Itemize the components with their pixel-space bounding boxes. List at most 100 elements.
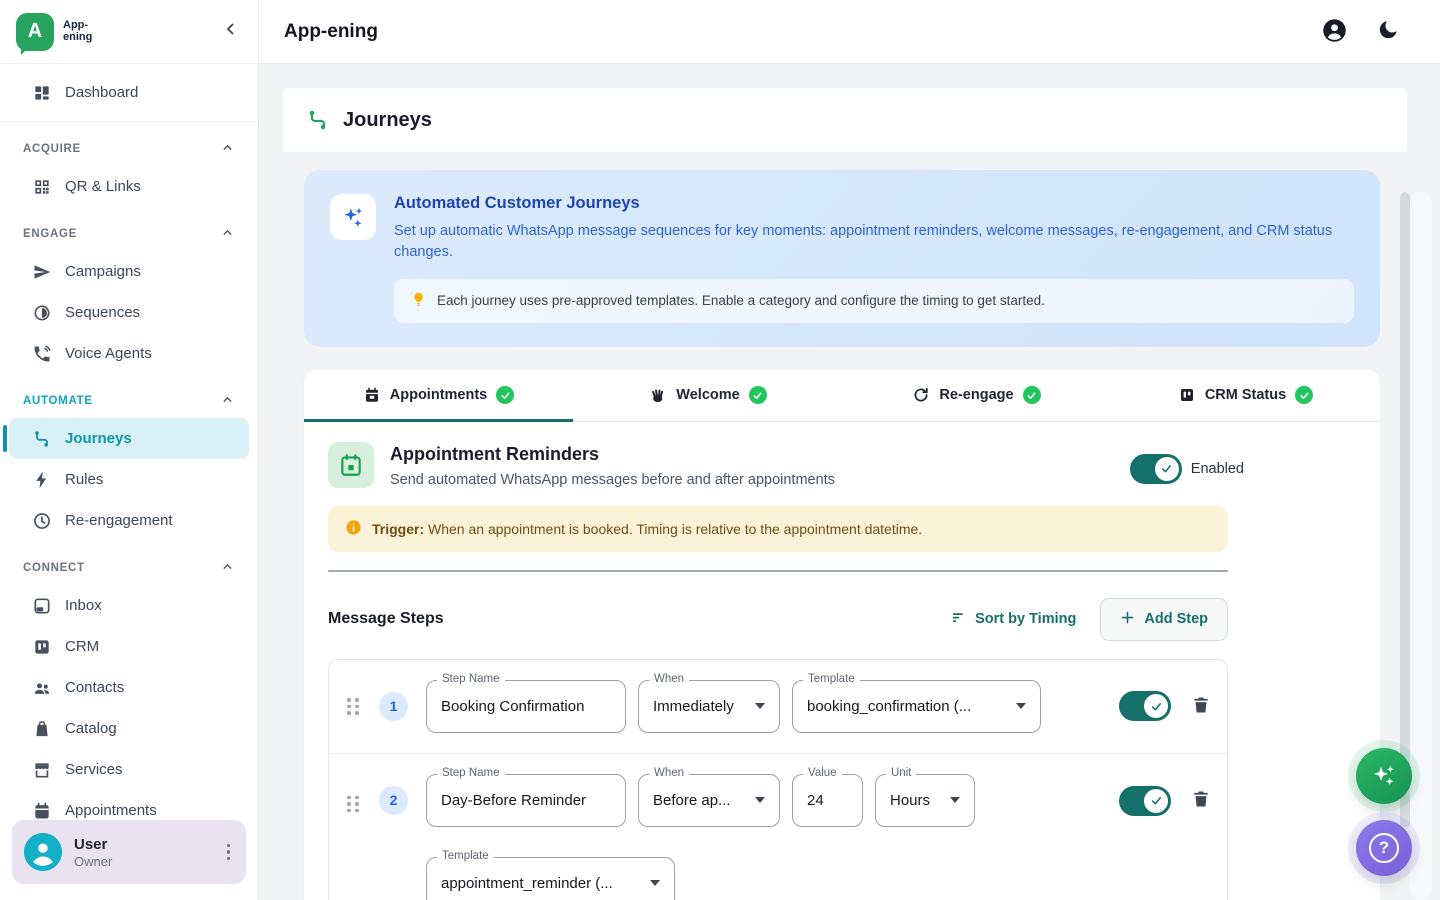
toggle-check-icon bbox=[1155, 457, 1179, 481]
section-header-engage[interactable]: ENGAGE bbox=[0, 217, 258, 251]
user-name: User bbox=[74, 836, 211, 853]
tab-appointments[interactable]: Appointments bbox=[304, 370, 573, 421]
app-logo: A App-ening bbox=[16, 13, 92, 51]
step-toggle[interactable] bbox=[1119, 691, 1171, 721]
step-name-field[interactable]: Step Name bbox=[426, 680, 626, 733]
when-select[interactable]: When Immediately bbox=[638, 680, 780, 733]
section-header-connect[interactable]: CONNECT bbox=[0, 551, 258, 585]
sidebar-item-dashboard[interactable]: Dashboard bbox=[9, 72, 249, 113]
app-window: A App-ening Dashboard ACQUIRE QR & Li bbox=[0, 0, 1440, 900]
page-header: Journeys bbox=[283, 88, 1407, 152]
page-title: Journeys bbox=[343, 109, 432, 132]
user-card[interactable]: User Owner bbox=[12, 820, 246, 884]
dark-mode-button[interactable] bbox=[1376, 18, 1400, 45]
check-badge-icon bbox=[1295, 386, 1313, 404]
check-badge-icon bbox=[1023, 386, 1041, 404]
plus-icon bbox=[1120, 610, 1135, 629]
tab-label: Re-engage bbox=[939, 387, 1013, 403]
help-fab[interactable]: ? bbox=[1356, 820, 1412, 876]
add-step-button[interactable]: Add Step bbox=[1100, 598, 1228, 641]
inbox-icon bbox=[32, 596, 52, 616]
drag-handle-icon[interactable] bbox=[345, 794, 361, 815]
sidebar-collapse-button[interactable] bbox=[222, 20, 240, 43]
steps-title: Message Steps bbox=[328, 610, 444, 628]
topbar-actions bbox=[1321, 17, 1400, 47]
refresh-icon bbox=[912, 386, 930, 404]
kanban-icon bbox=[1178, 386, 1196, 404]
scrollbar-thumb[interactable] bbox=[1400, 192, 1410, 827]
dashboard-icon bbox=[32, 83, 52, 103]
section-header-automate[interactable]: AUTOMATE bbox=[0, 384, 258, 418]
moon-icon bbox=[1376, 18, 1400, 45]
sidebar-item-services[interactable]: Services bbox=[9, 749, 249, 790]
sidebar-item-journeys[interactable]: Journeys bbox=[9, 418, 249, 459]
qr-code-icon bbox=[32, 177, 52, 197]
unit-select[interactable]: Unit Hours bbox=[875, 774, 975, 827]
question-icon: ? bbox=[1369, 833, 1399, 863]
shopping-bag-icon bbox=[32, 719, 52, 739]
trash-icon bbox=[1191, 789, 1211, 812]
scrollbar-track[interactable] bbox=[1410, 192, 1432, 900]
template-select[interactable]: Template booking_confirmation (... bbox=[792, 680, 1041, 733]
step-name-field[interactable]: Step Name bbox=[426, 774, 626, 827]
tab-label: CRM Status bbox=[1205, 387, 1286, 403]
user-menu-button[interactable] bbox=[223, 840, 235, 865]
route-icon bbox=[32, 429, 52, 449]
sidebar-item-voice-agents[interactable]: Voice Agents bbox=[9, 333, 249, 374]
chevron-up-icon bbox=[221, 141, 234, 157]
content-area: Journeys Automated Customer Journeys Set… bbox=[259, 64, 1440, 900]
panel-header: Appointment Reminders Send automated Wha… bbox=[328, 442, 1244, 488]
sidebar-item-label: QR & Links bbox=[65, 178, 141, 195]
step-name-input[interactable] bbox=[441, 792, 611, 809]
step-toggle[interactable] bbox=[1119, 786, 1171, 816]
info-icon bbox=[345, 519, 362, 539]
sidebar-item-inbox[interactable]: Inbox bbox=[9, 585, 249, 626]
sidebar-item-re-engagement[interactable]: Re-engagement bbox=[9, 500, 249, 541]
panel-title: Appointment Reminders bbox=[390, 444, 835, 465]
delete-step-button[interactable] bbox=[1191, 695, 1211, 718]
sidebar-item-label: Rules bbox=[65, 471, 103, 488]
sidebar-item-catalog[interactable]: Catalog bbox=[9, 708, 249, 749]
template-select[interactable]: Template appointment_reminder (... bbox=[426, 857, 675, 900]
account-button[interactable] bbox=[1321, 17, 1348, 47]
section-header-acquire[interactable]: ACQUIRE bbox=[0, 132, 258, 166]
sidebar-item-sequences[interactable]: Sequences bbox=[9, 292, 249, 333]
value-field[interactable]: Value bbox=[792, 774, 863, 827]
tab-welcome[interactable]: Welcome bbox=[573, 370, 842, 421]
value-input[interactable] bbox=[807, 792, 848, 809]
sidebar: A App-ening Dashboard ACQUIRE QR & Li bbox=[0, 0, 259, 900]
step-fields: Step Name When Before ap... bbox=[426, 774, 975, 900]
sidebar-item-rules[interactable]: Rules bbox=[9, 459, 249, 500]
sidebar-item-crm[interactable]: CRM bbox=[9, 626, 249, 667]
sparkles-icon bbox=[330, 194, 376, 240]
sidebar-item-contacts[interactable]: Contacts bbox=[9, 667, 249, 708]
chevron-up-icon bbox=[221, 226, 234, 242]
clock-icon bbox=[32, 511, 52, 531]
when-select[interactable]: When Before ap... bbox=[638, 774, 780, 827]
step-fields: Step Name When Immediately Template bbox=[426, 680, 1041, 733]
tab-label: Welcome bbox=[676, 387, 739, 403]
drag-handle-icon[interactable] bbox=[345, 696, 361, 717]
step-number: 1 bbox=[379, 692, 408, 721]
tab-re-engage[interactable]: Re-engage bbox=[842, 370, 1111, 421]
storefront-icon bbox=[32, 760, 52, 780]
enable-toggle-wrap: Enabled bbox=[1130, 454, 1244, 484]
sidebar-item-label: Appointments bbox=[65, 802, 157, 819]
person-circle-icon bbox=[1321, 17, 1348, 47]
tab-label: Appointments bbox=[390, 387, 487, 403]
caret-down-icon bbox=[1016, 703, 1026, 709]
enable-toggle[interactable] bbox=[1130, 454, 1182, 484]
sidebar-item-qr-links[interactable]: QR & Links bbox=[9, 166, 249, 207]
step-name-input[interactable] bbox=[441, 698, 611, 715]
banner-tip-text: Each journey uses pre-approved templates… bbox=[437, 293, 1045, 308]
banner-text: Automated Customer Journeys Set up autom… bbox=[394, 194, 1354, 323]
sparkles-icon bbox=[1370, 761, 1398, 792]
trigger-banner: Trigger: When an appointment is booked. … bbox=[328, 506, 1228, 552]
delete-step-button[interactable] bbox=[1191, 789, 1211, 812]
tab-crm-status[interactable]: CRM Status bbox=[1111, 370, 1380, 421]
ai-assistant-fab[interactable] bbox=[1356, 748, 1412, 804]
sort-by-timing-button[interactable]: Sort by Timing bbox=[950, 609, 1076, 630]
sidebar-item-campaigns[interactable]: Campaigns bbox=[9, 251, 249, 292]
toggle-label: Enabled bbox=[1191, 461, 1244, 477]
divider bbox=[0, 121, 258, 122]
